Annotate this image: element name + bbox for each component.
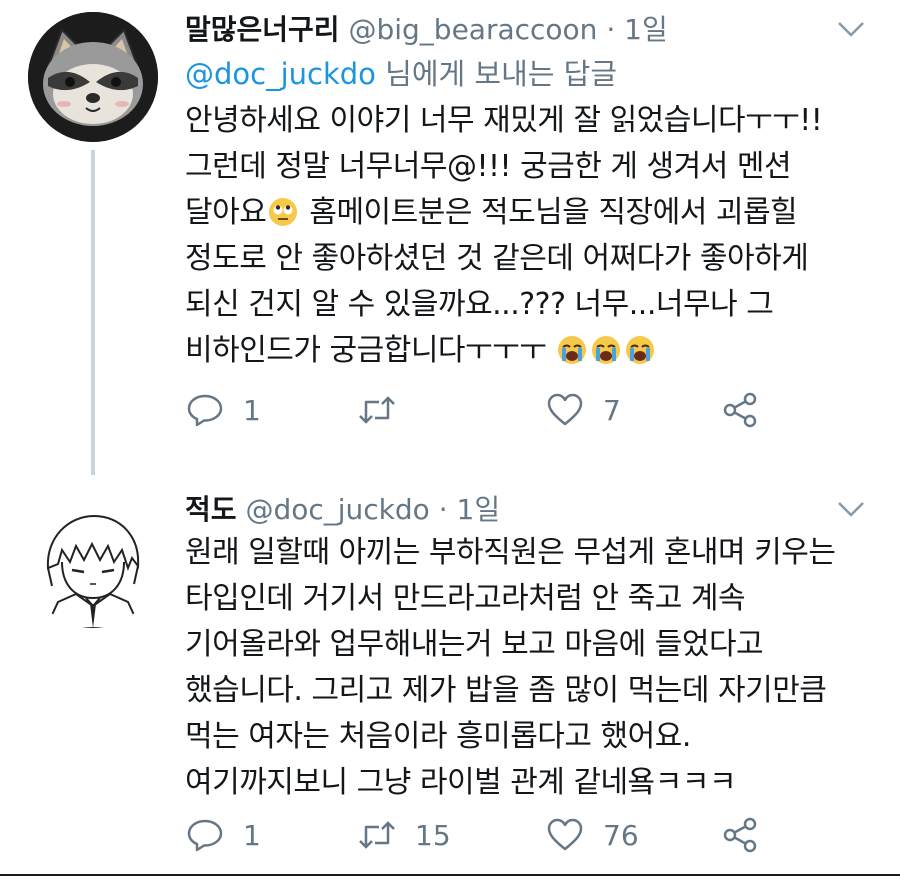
author-name[interactable]: 적도 [185,493,237,526]
tweet-text-segment: 달아요 [185,195,267,230]
tweet-text-line: 되신 건지 알 수 있을까요...??? 너무...너무나 그 [185,287,774,322]
retweet-button[interactable]: 15 [357,810,451,860]
tweet-actions: 1 15 76 [185,810,825,860]
tweet-text-line: 여기까지보니 그냥 라이벌 관계 같네욬ㅋㅋㅋ [185,765,737,800]
manga-boy-avatar[interactable] [28,498,158,628]
reply-count: 1 [243,393,261,427]
divider [0,874,900,876]
reply-tweet: 말많은너구리 @big_bearaccoon · 1일 @doc_juckdo … [0,0,900,475]
like-button[interactable]: 76 [545,810,639,860]
sketch-portrait-icon [28,498,158,628]
tweet-text-line: 했습니다. 그리고 제가 밥을 좀 많이 먹는데 자기만큼 [185,673,827,708]
reply-mention-link[interactable]: @doc_juckdo [185,57,376,91]
tweet-text-line: 타입인데 거기서 만드라고라처럼 안 죽고 계속 [185,581,746,616]
retweet-icon [359,821,395,849]
retweet-count: 15 [415,818,451,852]
heart-icon [547,393,583,426]
separator-dot: · [438,493,448,526]
tweet-text-line: 원래 일할때 아끼는 부하직원은 무섭게 혼내며 키우는 [185,535,836,570]
tweet-time[interactable]: 1일 [624,13,668,46]
crying-emoji-icon [626,336,655,364]
retweet-icon [359,396,395,424]
tweet-text-line: 안녕하세요 이야기 너무 재밌게 잘 읽었습니다ㅜㅜ!! [185,103,823,138]
rolling-eyes-emoji-icon [269,198,298,226]
tweet-text: 안녕하세요 이야기 너무 재밌게 잘 읽었습니다ㅜㅜ!! 그런데 정말 너무너무… [185,98,875,374]
tweet-time[interactable]: 1일 [457,493,501,526]
tweet-text-segment: 비하인드가 궁금합니다ㅜㅜㅜ [185,333,547,368]
reply-tweet: 적도 @doc_juckdo · 1일 원래 일할때 아끼는 부하직원은 무섭게… [0,470,900,875]
share-icon [723,817,757,853]
tweet-text-line: 먹는 여자는 처음이라 흥미롭다고 했어요. [185,719,691,754]
thread-connector-line [91,150,95,475]
share-button[interactable] [720,810,760,860]
retweet-button[interactable] [357,385,415,435]
like-count: 7 [603,393,621,427]
tweet-text-line: 기어올라와 업무해내는거 보고 마음에 들었다고 [185,627,764,662]
tweet-text: 원래 일할때 아끼는 부하직원은 무섭게 혼내며 키우는 타입인데 거기서 만드… [185,530,875,806]
reply-button[interactable]: 1 [185,810,261,860]
tweet-text-line: 정도로 안 좋아하셨던 것 같은데 어쩌다가 좋아하게 [185,241,809,276]
tweet-actions: 1 7 [185,385,825,435]
tweet-text-line: 달아요 홈메이트분은 적도님을 직장에서 괴롭힐 [185,190,875,236]
author-name[interactable]: 말많은너구리 [185,13,340,46]
like-count: 76 [603,818,639,852]
tweet-header: 적도 @doc_juckdo · 1일 [185,486,500,534]
reply-to-suffix: 님에게 보내는 답글 [375,57,618,91]
tweet-text-line: 그런데 정말 너무너무@!!! 궁금한 게 생겨서 멘션 [185,149,792,184]
share-icon [723,392,757,428]
replying-to: @doc_juckdo 님에게 보내는 답글 [185,54,617,94]
tweet-text-segment: 홈메이트분은 적도님을 직장에서 괴롭힐 [300,195,798,230]
reply-count: 1 [243,818,261,852]
heart-icon [547,818,583,851]
tweet-header: 말많은너구리 @big_bearaccoon · 1일 [185,6,668,54]
reply-button[interactable]: 1 [185,385,261,435]
tweet-text-line: 비하인드가 궁금합니다ㅜㅜㅜ [185,328,875,374]
author-handle[interactable]: @big_bearaccoon [348,13,597,46]
reply-icon [187,819,223,852]
reply-icon [187,394,223,427]
raccoon-avatar[interactable] [28,12,158,142]
separator-dot: · [606,13,616,46]
chevron-down-icon[interactable] [836,498,866,520]
raccoon-icon [28,12,158,142]
chevron-down-icon[interactable] [836,18,866,40]
crying-emoji-icon [558,336,587,364]
like-button[interactable]: 7 [545,385,621,435]
crying-emoji-icon [592,336,621,364]
share-button[interactable] [720,385,760,435]
author-handle[interactable]: @doc_juckdo [245,493,429,526]
